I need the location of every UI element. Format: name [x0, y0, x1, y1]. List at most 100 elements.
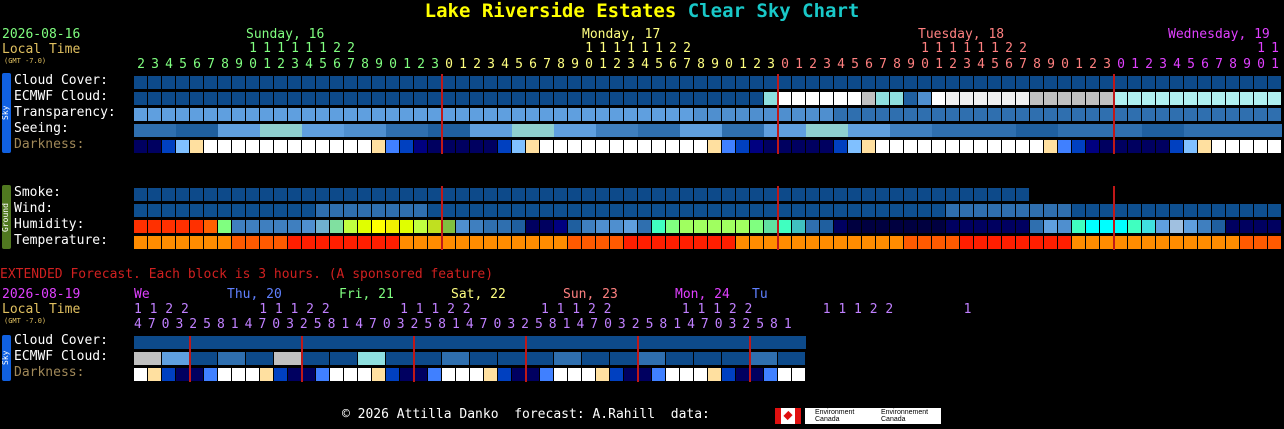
wind-cell[interactable] — [330, 204, 343, 217]
transparency-cell[interactable] — [1128, 108, 1141, 121]
darkness-cell[interactable] — [246, 140, 259, 153]
temperature-cell[interactable] — [302, 236, 315, 249]
wind-cell[interactable] — [540, 204, 553, 217]
wind-cell[interactable] — [596, 204, 609, 217]
temperature-cell[interactable] — [582, 236, 595, 249]
transparency-cell[interactable] — [512, 108, 525, 121]
seeing-cell[interactable] — [526, 124, 540, 137]
seeing-cell[interactable] — [134, 124, 148, 137]
transparency-cell[interactable] — [484, 108, 497, 121]
cloud-cover-cell[interactable] — [456, 76, 469, 89]
ext-darkness-cell[interactable] — [400, 368, 413, 381]
darkness-cell[interactable] — [1100, 140, 1113, 153]
cloud-cover-cell[interactable] — [1016, 76, 1029, 89]
cloud-cover-cell[interactable] — [1142, 76, 1155, 89]
cloud-cover-cell[interactable] — [204, 76, 217, 89]
temperature-cell[interactable] — [596, 236, 609, 249]
darkness-cell[interactable] — [1142, 140, 1155, 153]
wind-cell[interactable] — [610, 204, 623, 217]
humidity-cell[interactable] — [1072, 220, 1085, 233]
darkness-cell[interactable] — [554, 140, 567, 153]
darkness-cell[interactable] — [666, 140, 679, 153]
cloud-cover-cell[interactable] — [890, 76, 903, 89]
seeing-cell[interactable] — [400, 124, 414, 137]
ecmwf-cloud-cell[interactable] — [1254, 92, 1267, 105]
humidity-cell[interactable] — [358, 220, 371, 233]
temperature-cell[interactable] — [848, 236, 861, 249]
cloud-cover-cell[interactable] — [708, 76, 721, 89]
temperature-cell[interactable] — [288, 236, 301, 249]
smoke-cell[interactable] — [190, 188, 203, 201]
humidity-cell[interactable] — [414, 220, 427, 233]
temperature-cell[interactable] — [498, 236, 511, 249]
humidity-cell[interactable] — [470, 220, 483, 233]
cloud-cover-cell[interactable] — [1058, 76, 1071, 89]
wind-cell[interactable] — [820, 204, 833, 217]
transparency-cell[interactable] — [960, 108, 973, 121]
darkness-cell[interactable] — [484, 140, 497, 153]
humidity-cell[interactable] — [540, 220, 553, 233]
cloud-cover-cell[interactable] — [162, 76, 175, 89]
cloud-cover-cell[interactable] — [666, 76, 679, 89]
wind-cell[interactable] — [1100, 204, 1113, 217]
transparency-cell[interactable] — [974, 108, 987, 121]
transparency-cell[interactable] — [1016, 108, 1029, 121]
temperature-cell[interactable] — [484, 236, 497, 249]
seeing-cell[interactable] — [260, 124, 274, 137]
wind-cell[interactable] — [134, 204, 147, 217]
darkness-cell[interactable] — [820, 140, 833, 153]
humidity-cell[interactable] — [288, 220, 301, 233]
darkness-cell[interactable] — [918, 140, 931, 153]
humidity-cell[interactable] — [1142, 220, 1155, 233]
humidity-cell[interactable] — [484, 220, 497, 233]
humidity-cell[interactable] — [792, 220, 805, 233]
temperature-cell[interactable] — [540, 236, 553, 249]
wind-cell[interactable] — [190, 204, 203, 217]
seeing-cell[interactable] — [876, 124, 890, 137]
darkness-cell[interactable] — [148, 140, 161, 153]
seeing-cell[interactable] — [1002, 124, 1016, 137]
ext-darkness-cell[interactable] — [582, 368, 595, 381]
seeing-cell[interactable] — [1156, 124, 1170, 137]
cloud-cover-cell[interactable] — [1254, 76, 1267, 89]
seeing-cell[interactable] — [652, 124, 666, 137]
ext-cloud-cover-cell[interactable] — [134, 336, 190, 349]
transparency-cell[interactable] — [330, 108, 343, 121]
darkness-cell[interactable] — [1212, 140, 1225, 153]
transparency-cell[interactable] — [400, 108, 413, 121]
ext-ecmwf-cloud-cell[interactable] — [442, 352, 469, 365]
ecmwf-cloud-cell[interactable] — [1114, 92, 1127, 105]
wind-cell[interactable] — [246, 204, 259, 217]
transparency-cell[interactable] — [568, 108, 581, 121]
wind-cell[interactable] — [1198, 204, 1211, 217]
wind-cell[interactable] — [932, 204, 945, 217]
ext-darkness-cell[interactable] — [330, 368, 343, 381]
ext-darkness-cell[interactable] — [260, 368, 273, 381]
cloud-cover-cell[interactable] — [176, 76, 189, 89]
seeing-cell[interactable] — [890, 124, 904, 137]
cloud-cover-cell[interactable] — [554, 76, 567, 89]
humidity-cell[interactable] — [190, 220, 203, 233]
smoke-cell[interactable] — [876, 188, 889, 201]
cloud-cover-cell[interactable] — [1170, 76, 1183, 89]
wind-cell[interactable] — [1170, 204, 1183, 217]
darkness-cell[interactable] — [932, 140, 945, 153]
ext-darkness-cell[interactable] — [218, 368, 231, 381]
ext-darkness-cell[interactable] — [134, 368, 147, 381]
temperature-cell[interactable] — [736, 236, 749, 249]
humidity-cell[interactable] — [1114, 220, 1127, 233]
ext-darkness-cell[interactable] — [204, 368, 217, 381]
humidity-cell[interactable] — [876, 220, 889, 233]
seeing-cell[interactable] — [638, 124, 652, 137]
seeing-cell[interactable] — [316, 124, 330, 137]
wind-cell[interactable] — [1044, 204, 1057, 217]
smoke-cell[interactable] — [428, 188, 441, 201]
humidity-cell[interactable] — [1212, 220, 1225, 233]
ecmwf-cloud-cell[interactable] — [624, 92, 637, 105]
humidity-cell[interactable] — [260, 220, 273, 233]
wind-cell[interactable] — [372, 204, 385, 217]
wind-cell[interactable] — [414, 204, 427, 217]
cloud-cover-cell[interactable] — [568, 76, 581, 89]
seeing-cell[interactable] — [1016, 124, 1030, 137]
ecmwf-cloud-cell[interactable] — [960, 92, 973, 105]
